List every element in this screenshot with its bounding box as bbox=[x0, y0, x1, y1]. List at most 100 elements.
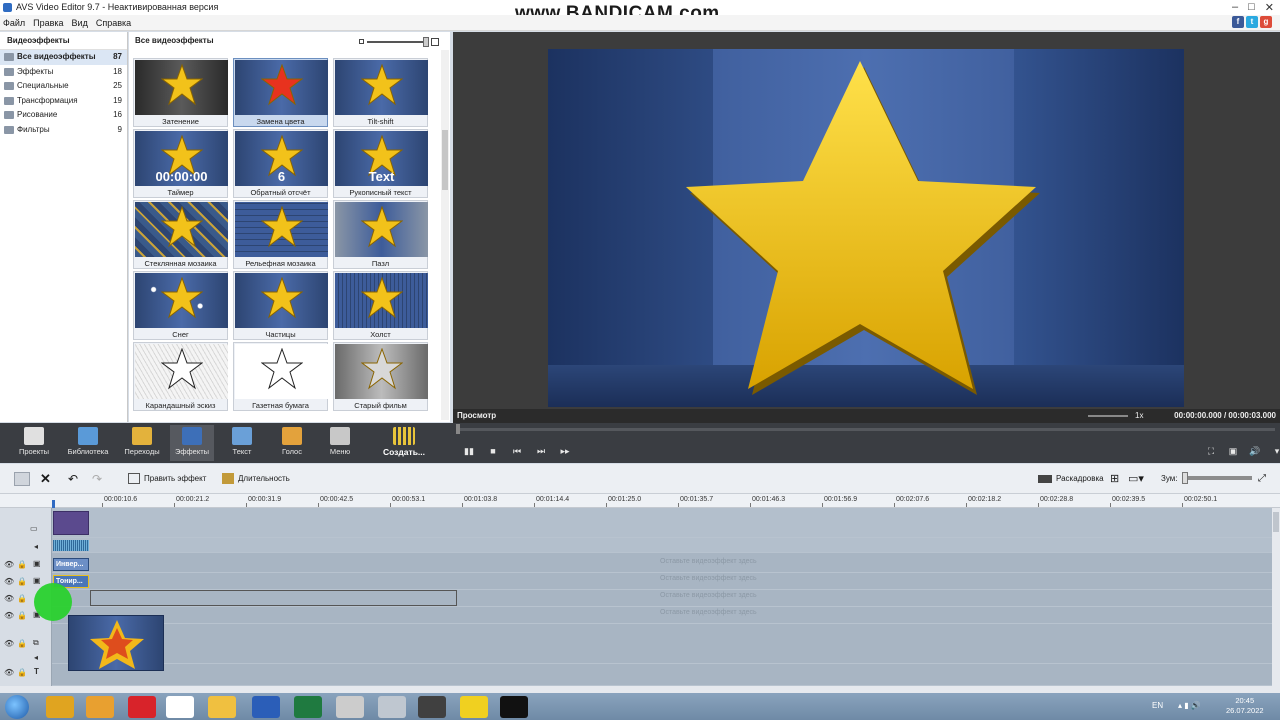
language-indicator[interactable]: EN bbox=[1152, 701, 1163, 710]
toolbar-button[interactable]: Библиотека bbox=[66, 425, 110, 461]
audio-waveform[interactable] bbox=[53, 540, 89, 551]
reel-icon[interactable] bbox=[336, 696, 364, 718]
start-button[interactable] bbox=[5, 695, 29, 719]
category-item[interactable]: Трансформация 19 bbox=[0, 94, 127, 109]
effect-tile[interactable]: Газетная бумага bbox=[233, 342, 328, 411]
volume-dropdown-icon[interactable]: ▾ bbox=[1270, 446, 1280, 457]
effects-scroll-thumb[interactable] bbox=[442, 130, 448, 190]
thumbnail-size-slider[interactable] bbox=[359, 37, 439, 47]
tray-icons[interactable]: ▴ ▮ 🔊 bbox=[1178, 701, 1201, 710]
twitter-icon[interactable]: t bbox=[1246, 16, 1258, 28]
lock-icon[interactable]: 🔒 bbox=[17, 577, 27, 586]
effect-tile[interactable]: Рельефная мозаика bbox=[233, 200, 328, 269]
eye-icon[interactable]: 👁 bbox=[4, 577, 14, 586]
storyboard-button[interactable]: Раскадровка bbox=[1038, 472, 1104, 486]
toolbar-button[interactable]: Текст bbox=[220, 425, 264, 461]
bandicam-icon[interactable] bbox=[500, 696, 528, 718]
effect-drop-box[interactable] bbox=[90, 590, 457, 606]
opera-icon[interactable] bbox=[128, 696, 156, 718]
toolbar-button[interactable]: Эффекты bbox=[170, 425, 214, 461]
explorer-icon[interactable] bbox=[208, 696, 236, 718]
edit-effect-button[interactable]: Править эффект bbox=[128, 472, 206, 486]
toolbar-button[interactable]: Голос bbox=[270, 425, 314, 461]
redo-icon[interactable]: ↷ bbox=[92, 472, 102, 486]
menu-help[interactable]: Справка bbox=[96, 15, 131, 30]
effect-track-1[interactable]: Инвер... Оставьте видеоэффект здесь bbox=[52, 556, 1272, 573]
eye-icon[interactable]: 👁 bbox=[4, 611, 14, 620]
effect-tile[interactable]: 00:00:00 Таймер bbox=[133, 129, 228, 198]
effect-tile[interactable]: 6 Обратный отсчёт bbox=[233, 129, 328, 198]
timeline-vertical-scrollbar[interactable] bbox=[1272, 508, 1280, 686]
effect-tile[interactable]: Стеклянная мозаика bbox=[133, 200, 228, 269]
storyboard-grid-icon[interactable] bbox=[14, 472, 30, 486]
word-icon[interactable] bbox=[252, 696, 280, 718]
audio-track[interactable] bbox=[52, 538, 1272, 553]
volume-icon[interactable]: 🔊 bbox=[1248, 446, 1262, 457]
lock-icon[interactable]: 🔒 bbox=[17, 611, 27, 620]
menu-file[interactable]: Файл bbox=[3, 15, 25, 30]
next-frame-icon[interactable]: ⏭ bbox=[534, 446, 548, 457]
toolbar-button[interactable]: Переходы bbox=[120, 425, 164, 461]
duration-button[interactable]: Длительность bbox=[222, 472, 290, 486]
effect-track-2[interactable]: Тониp... Оставьте видеоэффект здесь bbox=[52, 573, 1272, 590]
lock-icon[interactable]: 🔒 bbox=[17, 668, 27, 677]
audio-mute-icon[interactable]: ◂ bbox=[34, 653, 38, 662]
eye-icon[interactable]: 👁 bbox=[4, 594, 14, 603]
effect-tile[interactable]: Замена цвета bbox=[233, 58, 328, 127]
effects-scrollbar[interactable] bbox=[441, 50, 449, 420]
stop-icon[interactable]: ■ bbox=[486, 446, 500, 457]
effect-tile[interactable]: Tilt-shift bbox=[333, 58, 428, 127]
play-icon[interactable]: ▮▮ bbox=[462, 446, 476, 457]
category-item[interactable]: Специальные 25 bbox=[0, 79, 127, 94]
category-item[interactable]: Все видеоэффекты 87 bbox=[0, 50, 127, 65]
zoom-slider[interactable] bbox=[1182, 472, 1252, 484]
monitor-dropdown-icon[interactable]: ▭▾ bbox=[1128, 472, 1144, 486]
video-clip[interactable] bbox=[53, 511, 89, 535]
playback-speed-slider[interactable] bbox=[1088, 415, 1128, 417]
expand-icon[interactable]: ⤢ bbox=[1258, 472, 1266, 486]
close-button[interactable]: ✕ bbox=[1265, 1, 1274, 14]
thumb-size-track[interactable] bbox=[367, 41, 427, 43]
toolbar-button[interactable]: Проекты bbox=[12, 425, 56, 461]
excel-icon[interactable] bbox=[294, 696, 322, 718]
delete-icon[interactable]: ✕ bbox=[40, 472, 51, 486]
fit-timeline-icon[interactable]: ⊞ bbox=[1110, 472, 1119, 486]
menu-view[interactable]: Вид bbox=[72, 15, 88, 30]
google-plus-icon[interactable]: g bbox=[1260, 16, 1272, 28]
frame-step-icon[interactable]: ▸▸ bbox=[558, 446, 572, 457]
effect-clip-invert[interactable]: Инвер... bbox=[53, 558, 89, 571]
timeline-playhead[interactable] bbox=[52, 500, 55, 508]
overlay-track[interactable] bbox=[52, 624, 1272, 664]
effect-tile[interactable]: Холст bbox=[333, 271, 428, 340]
text-track[interactable] bbox=[52, 664, 1272, 686]
yandex-browser-icon[interactable] bbox=[460, 696, 488, 718]
yandex-icon[interactable] bbox=[166, 696, 194, 718]
prev-frame-icon[interactable]: ⏮ bbox=[510, 446, 524, 457]
menu-edit[interactable]: Правка bbox=[33, 15, 63, 30]
zoom-knob[interactable] bbox=[1182, 472, 1188, 484]
category-item[interactable]: Рисование 16 bbox=[0, 108, 127, 123]
minimize-button[interactable]: – bbox=[1232, 1, 1238, 14]
eye-icon[interactable]: 👁 bbox=[4, 668, 14, 677]
effect-tile[interactable]: Старый фильм bbox=[333, 342, 428, 411]
toolbar-button[interactable]: Меню bbox=[318, 425, 362, 461]
timeline-ruler[interactable]: 00:00:10.6 00:00:21.2 00:00:31.9 00:00:42.5… bbox=[0, 494, 1280, 508]
effect-tile[interactable]: Карандашный эскиз bbox=[133, 342, 228, 411]
effect-tile[interactable]: Затенение bbox=[133, 58, 228, 127]
category-item[interactable]: Фильтры 9 bbox=[0, 123, 127, 138]
effect-tile[interactable]: Text Рукописный текст bbox=[333, 129, 428, 198]
effect-track-3[interactable]: Оставьте видеоэффект здесь bbox=[52, 590, 1272, 607]
lock-icon[interactable]: 🔒 bbox=[17, 639, 27, 648]
media-player-icon[interactable] bbox=[86, 696, 114, 718]
effect-tile[interactable]: Снег bbox=[133, 271, 228, 340]
effect-tile[interactable]: Частицы bbox=[233, 271, 328, 340]
category-item[interactable]: Эффекты 18 bbox=[0, 65, 127, 80]
system-clock[interactable]: 20:45 26.07.2022 bbox=[1226, 696, 1264, 716]
seek-knob[interactable] bbox=[456, 424, 460, 434]
snapshot-icon[interactable]: ▣ bbox=[1226, 446, 1240, 457]
timeline-vscroll-thumb[interactable] bbox=[1273, 512, 1279, 532]
eye-icon[interactable]: 👁 bbox=[4, 639, 14, 648]
effect-track-4[interactable]: Оставьте видеоэффект здесь bbox=[52, 607, 1272, 624]
preview-seekbar[interactable] bbox=[456, 424, 1278, 434]
facebook-icon[interactable]: f bbox=[1232, 16, 1244, 28]
